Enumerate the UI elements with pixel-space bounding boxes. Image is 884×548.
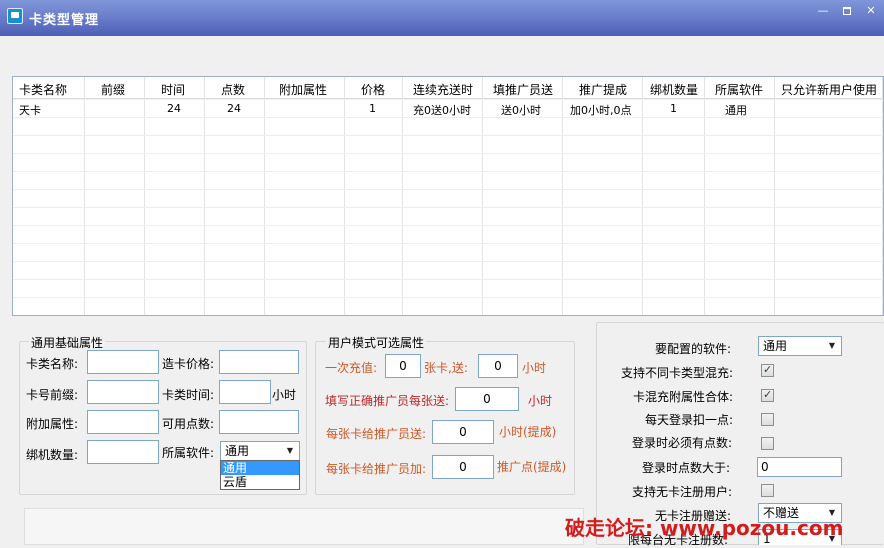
row-divider [13,99,883,100]
attr-label: 附加属性: [26,417,79,431]
maximize-button[interactable] [836,4,858,18]
row-divider [13,261,883,262]
chevron-down-icon[interactable]: ▼ [825,339,839,353]
price-label: 造卡价格: [162,357,215,371]
title-bar: 卡类型管理 — ✕ [0,0,884,36]
column-header[interactable]: 点数 [221,81,245,98]
row-divider [13,189,883,190]
row-divider [13,153,883,154]
card-type-table[interactable]: 卡类名称 前缀 时间 点数 附加属性 价格 连续充送时 填推广员送 推广提成 绑… [12,76,884,316]
column-header[interactable]: 卡类名称 [19,81,67,98]
points-input[interactable] [219,410,299,434]
config-software-value: 通用 [763,339,788,353]
daily-deduct-label: 每天登录扣一点: [645,413,734,427]
column-header[interactable]: 推广提成 [579,81,627,98]
column-header[interactable]: 只允许新用户使用 [781,81,877,98]
mix-recharge-checkbox[interactable] [761,363,774,377]
login-points-label: 登录时必须有点数: [632,436,733,450]
price-input[interactable] [219,350,299,374]
row-divider [13,243,883,244]
card-name-input[interactable] [87,350,159,374]
dropdown-option[interactable]: 云盾 [221,475,299,489]
column-header[interactable]: 价格 [361,81,385,98]
close-button[interactable]: ✕ [860,4,882,18]
column-header[interactable]: 前缀 [101,81,125,98]
time-label: 卡类时间: [162,388,215,402]
promoter-gift-label: 填写正确推广员每张送: [325,394,450,408]
table-cell[interactable]: 24 [227,102,241,115]
app-icon [7,8,23,24]
row-divider [13,207,883,208]
user-mode-group-title: 用户模式可选属性 [326,334,427,351]
time-unit: 小时 [272,388,297,402]
column-header[interactable]: 附加属性 [279,81,327,98]
software-dropdown-list[interactable]: 通用 云盾 [220,460,300,490]
no-card-register-checkbox[interactable] [761,484,774,497]
mix-recharge-label: 支持不同卡类型混充: [621,366,734,380]
table-cell[interactable]: 通用 [725,102,747,118]
prefix-label: 卡号前缀: [26,388,79,402]
row-divider [13,225,883,226]
basic-group-title: 通用基础属性 [29,334,106,351]
no-card-register-label: 支持无卡注册用户: [632,485,733,499]
column-header[interactable]: 绑机数量 [650,81,698,98]
min-points-label: 登录时点数大于: [642,461,731,475]
table-cell[interactable]: 天卡 [19,102,41,118]
merge-attr-checkbox[interactable] [761,388,774,402]
software-label: 所属软件: [162,446,215,460]
config-software-select[interactable]: 通用 ▼ [758,336,842,356]
recharge-input[interactable]: 0 [385,354,421,378]
table-cell[interactable]: 24 [167,102,181,115]
attr-input[interactable] [87,410,159,434]
recharge-mid-label: 张卡,送: [424,361,468,375]
maximize-icon [843,7,851,15]
chevron-down-icon[interactable]: ▼ [283,444,297,458]
merge-attr-label: 卡混充附属性合体: [633,390,734,404]
column-header[interactable]: 所属软件 [715,81,763,98]
table-cell[interactable]: 加0小时,0点 [570,102,632,118]
window-title: 卡类型管理 [29,13,100,28]
minimize-button[interactable]: — [812,4,834,18]
software-select[interactable]: 通用 ▼ [220,441,300,461]
promo-points-input[interactable]: 0 [432,455,494,479]
table-cell[interactable]: 充0送0小时 [413,102,471,118]
recharge-gift-input[interactable]: 0 [478,354,518,378]
promo-time-unit: 小时(提成) [499,425,557,439]
points-label: 可用点数: [162,417,215,431]
row-divider [13,171,883,172]
table-cell[interactable]: 1 [670,102,677,115]
row-divider [13,279,883,280]
table-cell[interactable]: 送0小时 [501,102,541,118]
bind-count-input[interactable] [87,440,159,464]
promo-time-label: 每张卡给推广员送: [326,427,427,441]
row-divider [13,135,883,136]
promoter-gift-input[interactable]: 0 [455,387,519,411]
column-header[interactable]: 填推广员送 [493,81,553,98]
card-name-label: 卡类名称: [26,357,79,371]
login-points-checkbox[interactable] [761,437,774,450]
watermark-text: 破走论坛: www.pozou.com [565,516,844,540]
table-cell[interactable]: 1 [369,102,376,115]
promo-points-unit: 推广点(提成) [497,460,567,474]
recharge-label: 一次充值: [325,361,378,375]
software-select-value: 通用 [225,444,250,458]
dropdown-option[interactable]: 通用 [221,461,299,475]
daily-deduct-checkbox[interactable] [761,413,774,426]
config-software-label: 要配置的软件: [655,342,732,356]
promo-points-label: 每张卡给推广员加: [326,462,427,476]
promoter-gift-unit: 小时 [528,394,553,408]
column-header[interactable]: 时间 [161,81,185,98]
promo-time-input[interactable]: 0 [432,420,494,444]
bottom-panel [24,508,584,545]
time-input[interactable] [219,380,271,404]
recharge-unit: 小时 [522,361,547,375]
row-divider [13,297,883,298]
bind-count-label: 绑机数量: [26,448,79,462]
min-points-input[interactable]: 0 [757,457,842,477]
column-header[interactable]: 连续充送时 [413,81,473,98]
prefix-input[interactable] [87,380,159,404]
